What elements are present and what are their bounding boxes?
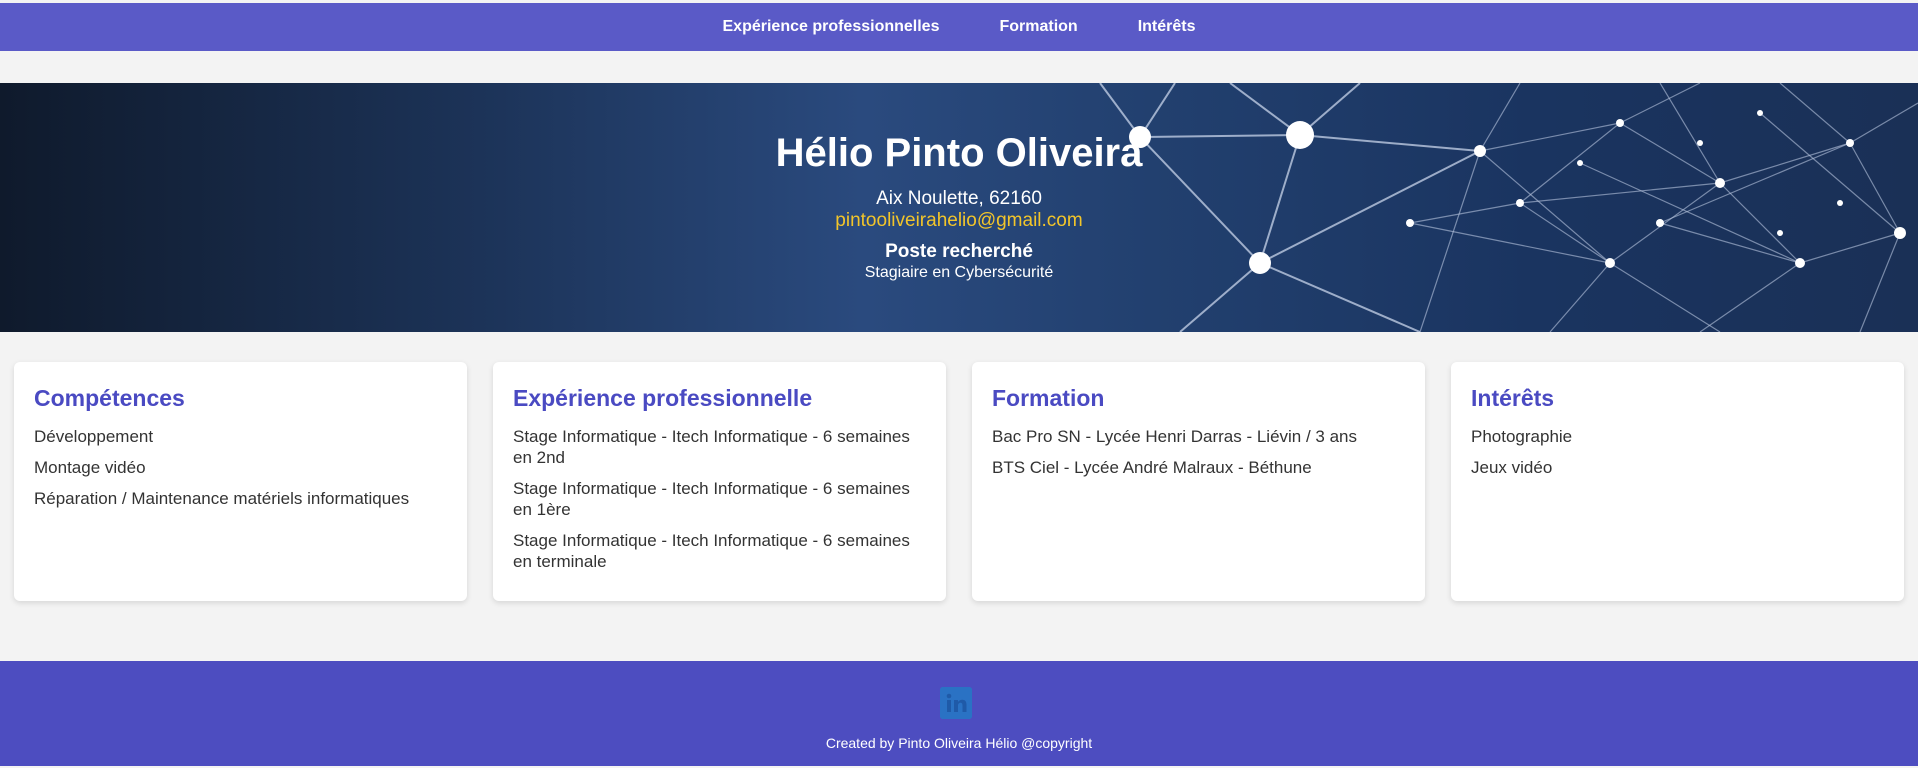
list-item: Jeux vidéo: [1471, 458, 1553, 477]
card-title: Intérêts: [1471, 385, 1555, 411]
list-item: BTS Ciel - Lycée André Malraux - Béthune: [992, 458, 1312, 477]
email-link[interactable]: pintooliveirahelio@gmail.com: [0, 210, 1918, 232]
list-item: Stage Informatique - Itech Informatique …: [513, 427, 910, 467]
linkedin-icon[interactable]: [940, 687, 972, 719]
list-item: Bac Pro SN - Lycée Henri Darras - Liévin…: [992, 427, 1358, 446]
page-title: Hélio Pinto Oliveira: [775, 131, 1143, 175]
list-item: Montage vidéo: [34, 458, 146, 477]
card-formation: Formation Bac Pro SN - Lycée Henri Darra…: [972, 362, 1425, 601]
card-title: Compétences: [34, 385, 185, 411]
list-item: Développement: [34, 427, 154, 446]
hero-banner: Hélio Pinto Oliveira Aix Noulette, 62160…: [0, 83, 1918, 332]
page-footer: Created by Pinto Oliveira Hélio @copyrig…: [0, 661, 1918, 766]
linkedin-icon-glyph: [940, 687, 972, 719]
poste-label: Poste recherché: [885, 241, 1033, 262]
card-title: Formation: [992, 385, 1105, 411]
card-interets: Intérêts Photographie Jeux vidéo: [1451, 362, 1904, 601]
list-item: Stage Informatique - Itech Informatique …: [513, 531, 910, 571]
footer-credit: Created by Pinto Oliveira Hélio @copyrig…: [825, 735, 1093, 751]
nav-link-formation[interactable]: Formation: [969, 18, 1107, 36]
card-competences: Compétences Développement Montage vidéo …: [14, 362, 467, 601]
nav-link-interets[interactable]: Intérêts: [1108, 18, 1226, 36]
card-experience: Expérience professionnelle Stage Informa…: [493, 362, 946, 601]
poste-value: Stagiaire en Cybersécurité: [864, 264, 1054, 281]
list-item: Réparation / Maintenance matériels infor…: [34, 489, 410, 508]
card-title: Expérience professionnelle: [513, 385, 813, 411]
nav-link-experience[interactable]: Expérience professionnelles: [693, 18, 970, 36]
list-item: Photographie: [1471, 427, 1573, 446]
top-nav: Expérience professionnelles Formation In…: [0, 3, 1918, 51]
address-text: Aix Noulette, 62160: [876, 188, 1042, 209]
list-item: Stage Informatique - Itech Informatique …: [513, 479, 910, 519]
